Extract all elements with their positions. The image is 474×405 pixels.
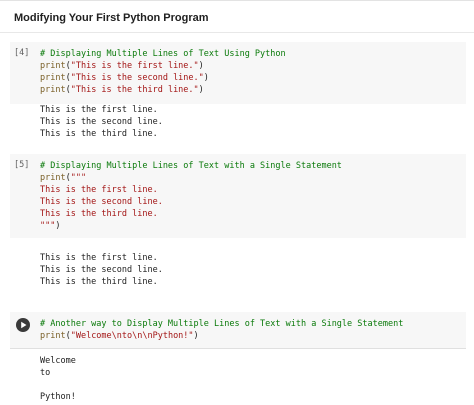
code-cell-1[interactable]: [4] # Displaying Multiple Lines of Text … [10, 42, 466, 104]
code-token: "This is the second line." [70, 73, 204, 83]
code-token: """ [70, 173, 87, 183]
code-token: This is the second line. [40, 197, 163, 207]
title-divider [0, 32, 474, 33]
code-token: print [40, 85, 66, 95]
play-icon [21, 321, 27, 329]
code-token: "This is the third line." [70, 85, 199, 95]
code-token: print [40, 61, 66, 71]
execution-count: [4] [14, 48, 30, 58]
output-separator [10, 348, 466, 349]
code-token: ) [198, 61, 204, 71]
code-token: "Welcome\nto\n\nPython!" [70, 331, 194, 341]
run-cell-button[interactable] [16, 318, 30, 332]
code-editor[interactable]: # Displaying Multiple Lines of Text with… [40, 160, 342, 232]
code-token: """ [40, 221, 56, 231]
code-cell-3[interactable]: # Another way to Display Multiple Lines … [10, 312, 466, 348]
code-token: # Another way to Display Multiple Lines … [40, 319, 404, 329]
code-token: print [40, 73, 66, 83]
cell-output: This is the first line. This is the seco… [40, 105, 163, 139]
code-token: print [40, 331, 66, 341]
cell-output: This is the first line. This is the seco… [40, 253, 163, 287]
code-token: ) [55, 221, 61, 231]
top-border [0, 0, 474, 1]
code-token: "This is the first line." [70, 61, 199, 71]
code-token: ) [198, 85, 204, 95]
page-title: Modifying Your First Python Program [14, 12, 209, 24]
code-token: This is the first line. [40, 185, 158, 195]
code-editor[interactable]: # Displaying Multiple Lines of Text Usin… [40, 48, 286, 96]
code-cell-2[interactable]: [5] # Displaying Multiple Lines of Text … [10, 154, 466, 238]
code-token: # Displaying Multiple Lines of Text with… [40, 161, 342, 171]
code-editor[interactable]: # Another way to Display Multiple Lines … [40, 318, 403, 342]
execution-count: [5] [14, 160, 30, 170]
code-token: # Displaying Multiple Lines of Text Usin… [40, 49, 286, 59]
code-token: This is the third line. [40, 209, 158, 219]
code-token: ) [193, 331, 199, 341]
cell-output: Welcome to Python! [40, 356, 76, 402]
code-token: ) [203, 73, 209, 83]
code-token: print [40, 173, 66, 183]
